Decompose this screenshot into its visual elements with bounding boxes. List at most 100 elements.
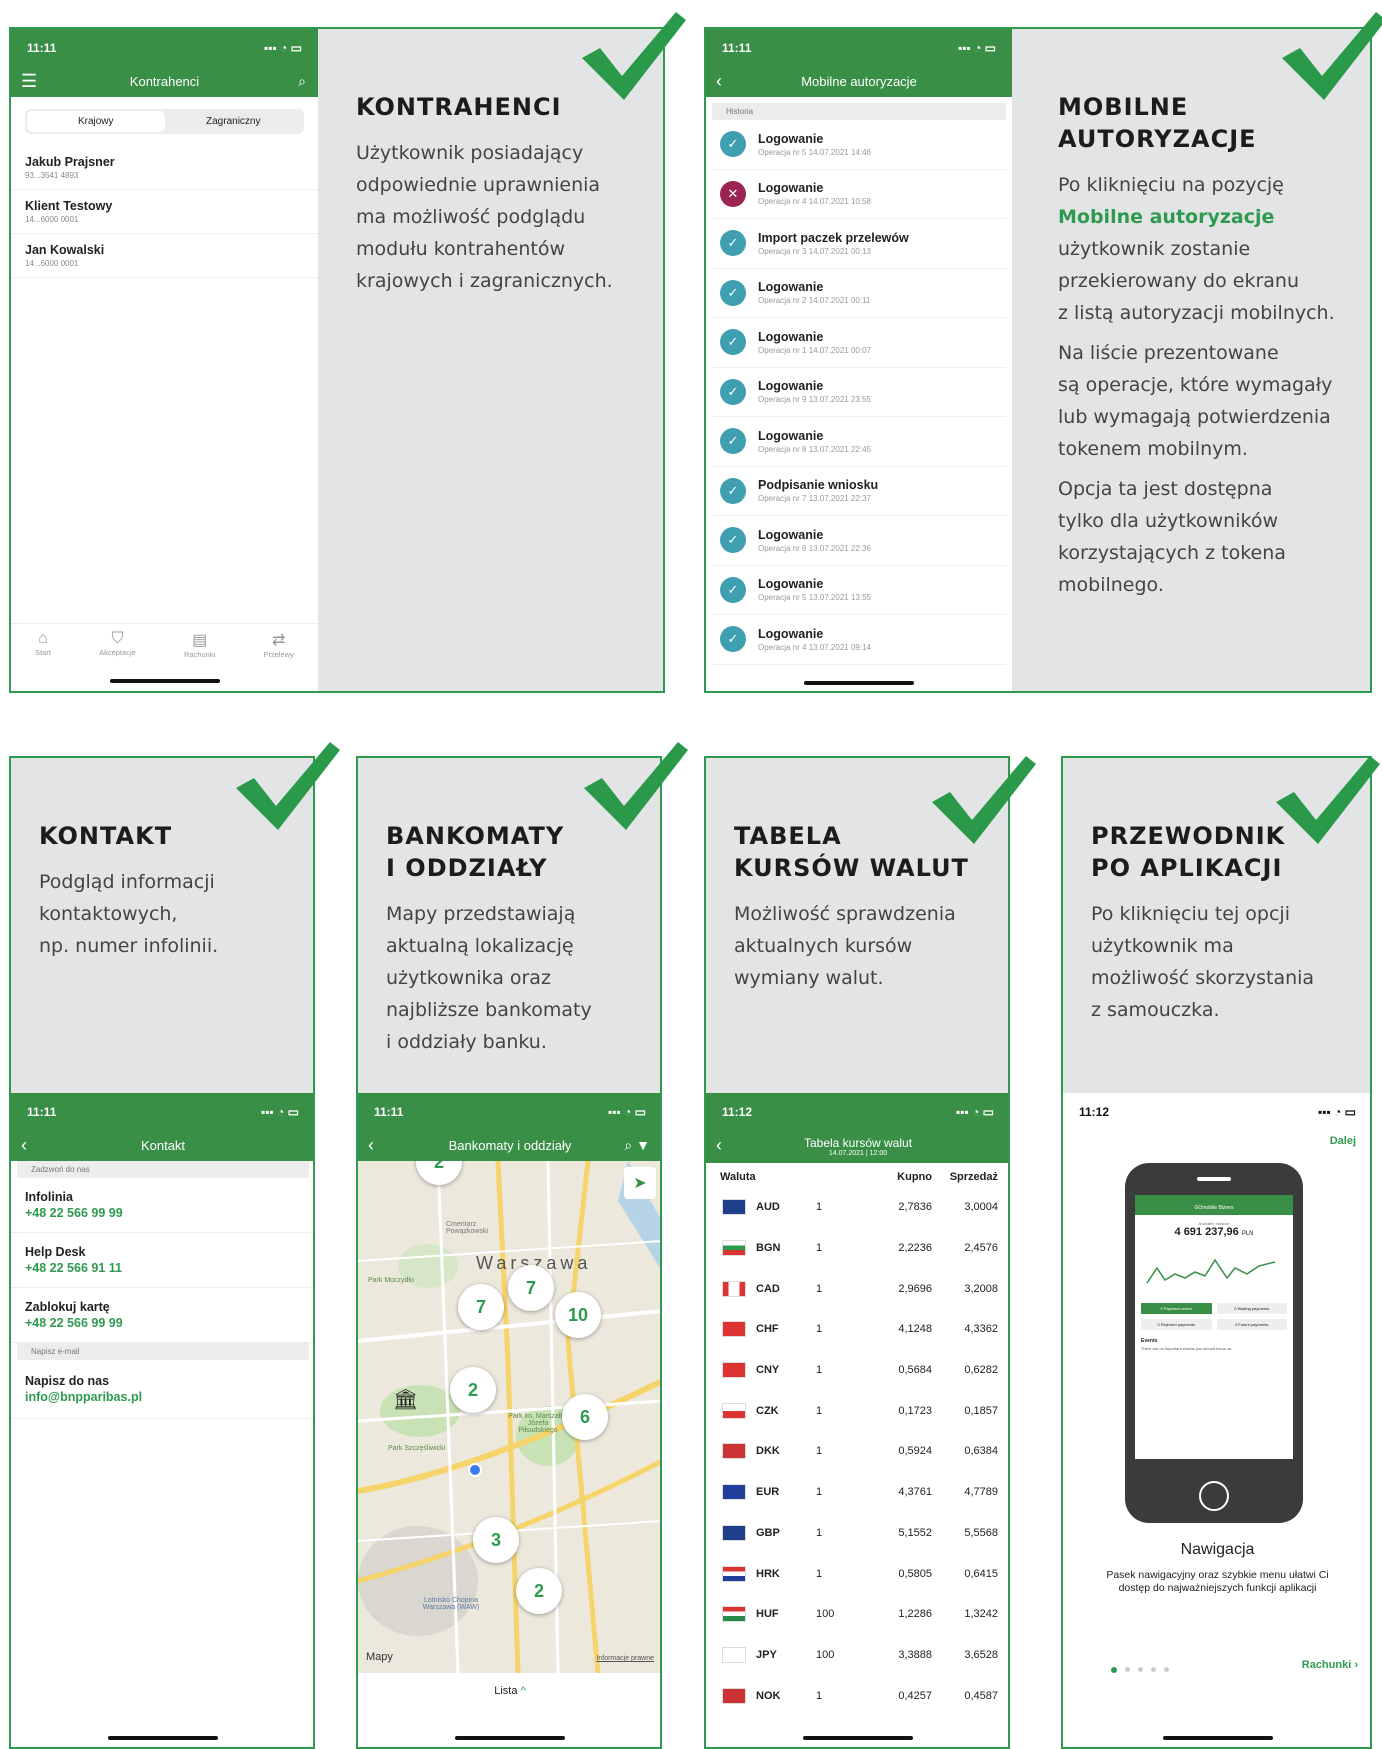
checkmark-icon [1282,12,1382,100]
table-row[interactable]: HUF 100 1,2286 1,3242 [706,1594,1008,1635]
back-icon[interactable]: ‹ [368,1135,374,1156]
contact-item[interactable]: Napisz do nas info@bnpparibas.pl [11,1360,313,1419]
contact-item[interactable]: Help Desk +48 22 566 91 11 [11,1233,313,1288]
auth-title: Logowanie [758,527,824,542]
table-row[interactable]: NOK 1 0,4257 0,4587 [706,1675,1008,1716]
currency-unit: 100 [816,1608,835,1621]
checkmark-icon [932,756,1036,844]
table-row[interactable]: JPY 100 3,3888 3,6528 [706,1635,1008,1676]
contact-item[interactable]: Infolinia +48 22 566 99 99 [11,1178,313,1233]
map-pin[interactable]: 7 [508,1265,554,1311]
table-row[interactable]: AUD 1 2,7836 3,0004 [706,1187,1008,1228]
bank-branch-icon[interactable]: 🏛 [393,1387,418,1412]
table-row[interactable]: CZK 1 0,1723 0,1857 [706,1390,1008,1431]
sell-rate: 1,3242 [964,1608,998,1621]
authorization-item[interactable]: ✓ Logowanie Operacja nr 2 14.07.2021 00:… [712,269,1006,318]
auth-title: Logowanie [758,626,824,641]
status-icons: ▪▪▪ ◔ ▭ [955,1105,994,1119]
authorization-item[interactable]: ✓ Logowanie Operacja nr 6 13.07.2021 22:… [712,516,1006,566]
table-row[interactable]: CHF 1 4,1248 4,3362 [706,1309,1008,1350]
check-circle-icon: ✓ [720,527,746,554]
map-pin[interactable]: 3 [473,1517,519,1563]
nav-start[interactable]: ⌂ Start [35,630,51,659]
authorization-item[interactable]: ✓ Logowanie Operacja nr 9 13.07.2021 23:… [712,368,1006,417]
search-icon[interactable]: ⌕ [298,73,306,90]
next-button[interactable]: Dalej [1330,1135,1356,1147]
currency-code: HRK [756,1567,780,1580]
phone-mobilne-autoryzacje: 11:11 ▪▪▪ ◔ ▭ ‹ Mobilne autoryzacje Histor… [706,29,1012,691]
flag-icon [722,1199,746,1216]
status-time: 11:11 [27,1105,57,1119]
footer-link-rachunki[interactable]: Rachunki › [1302,1659,1358,1671]
menu-icon[interactable]: ☰ [21,71,37,92]
flag-icon [722,1321,746,1338]
buy-rate: 0,5805 [898,1567,932,1580]
legal-link[interactable]: Informacje prawne [596,1655,654,1662]
list-item[interactable]: Klient Testowy 14...6000 0001 [11,190,318,234]
auth-subtitle: Operacja nr 4 14.07.2021 10:58 [758,197,871,207]
authorization-item[interactable]: ✓ Podpisanie wniosku Operacja nr 7 13.07… [712,467,1006,516]
map-pin[interactable]: 10 [555,1292,601,1338]
map-pin[interactable]: 7 [458,1284,504,1330]
tab-zagraniczny[interactable]: Zagraniczny [165,111,303,132]
contact-item[interactable]: Zablokuj kartę +48 22 566 99 99 [11,1288,313,1343]
list-item[interactable]: Jan Kowalski 14...6000 0001 [11,234,318,278]
x-circle-icon: ✕ [720,180,746,207]
back-icon[interactable]: ‹ [716,71,722,92]
list-item[interactable]: Jakub Prajsner 93...3541 4893 [11,146,318,190]
table-row[interactable]: CNY 1 0,5684 0,6282 [706,1350,1008,1391]
authorization-item[interactable]: ✓ Logowanie Operacja nr 5 13.07.2021 13:… [712,566,1006,615]
checkmark-icon [584,742,688,830]
authorization-item[interactable]: ✓ Logowanie Operacja nr 8 13.07.2021 22:… [712,417,1006,467]
table-row[interactable]: CAD 1 2,9696 3,2008 [706,1268,1008,1309]
filter-icon[interactable]: ⌕ ▼ [624,1137,650,1154]
section-body: Użytkownik posiadający odpowiednie upraw… [356,142,613,292]
table-row[interactable]: BGN 1 2,2236 2,4576 [706,1228,1008,1269]
authorization-item[interactable]: ✓ Import paczek przelewów Operacja nr 3 … [712,219,1006,269]
map-label: Park Szczęśliwicki [388,1445,446,1452]
currency-unit: 1 [816,1404,823,1417]
bottom-nav: ⌂ Start ⛉ Akceptacje ▤ Rachunki ⇄ Przelewy [11,623,318,659]
screen-title: Kontakt [140,1137,186,1153]
auth-subtitle: Operacja nr 2 14.07.2021 00:11 [758,296,871,306]
sell-rate: 4,7789 [964,1486,998,1499]
sell-rate: 3,2008 [964,1282,998,1295]
back-icon[interactable]: ‹ [21,1135,27,1156]
home-indicator [109,679,220,683]
authorization-item[interactable]: ✕ Logowanie Operacja nr 4 14.07.2021 10:… [712,170,1006,219]
map-pin[interactable]: 6 [562,1394,608,1440]
home-icon: ⌂ [38,630,48,647]
nav-akceptacje[interactable]: ⛉ Akceptacje [99,630,136,659]
sell-rate: 3,6528 [964,1648,998,1661]
table-row[interactable]: GBP 1 5,1552 5,5568 [706,1513,1008,1554]
map[interactable]: Warszawa Cmentarz Powązkowski Park Moczy… [358,1161,660,1673]
mock-balance: 4 691 237,96 PLN [1174,1226,1254,1238]
sell-rate: 4,3362 [964,1323,998,1336]
currency-code: NOK [756,1689,781,1702]
auth-subtitle: Operacja nr 5 13.07.2021 13:55 [758,593,871,603]
section-header: Historia [712,103,1006,120]
table-row[interactable]: HRK 1 0,5805 0,6415 [706,1553,1008,1594]
list-toggle[interactable]: Lista ^ [358,1685,660,1697]
back-icon[interactable]: ‹ [716,1135,722,1156]
mock-chart [1146,1258,1276,1284]
map-pin[interactable]: 2 [450,1367,496,1413]
flag-icon [722,1443,746,1460]
table-row[interactable]: DKK 1 0,5924 0,6384 [706,1431,1008,1472]
tab-krajowy[interactable]: Krajowy [27,111,165,132]
sell-rate: 2,4576 [964,1242,998,1255]
nav-rachunki[interactable]: ▤ Rachunki [184,630,215,659]
card-przewodnik: PRZEWODNIK PO APLIKACJI Po kliknięciu te… [1061,756,1372,1749]
locate-me-button[interactable]: ➤ [624,1167,656,1199]
nav-przelewy[interactable]: ⇄ Przelewy [263,630,293,659]
map-pin[interactable]: 2 [516,1568,562,1614]
buy-rate: 2,9696 [898,1282,932,1295]
authorization-item[interactable]: ✓ Logowanie Operacja nr 5 14.07.2021 14:… [712,120,1006,170]
authorization-item[interactable]: ✓ Logowanie Operacja nr 4 13.07.2021 09:… [712,615,1006,665]
page-dots[interactable] [1111,1667,1169,1673]
currency-unit: 1 [816,1242,823,1255]
currency-code: GBP [756,1526,780,1539]
table-row[interactable]: EUR 1 4,3761 4,7789 [706,1472,1008,1513]
authorization-item[interactable]: ✓ Logowanie Operacja nr 1 14.07.2021 00:… [712,318,1006,368]
buy-rate: 0,5924 [898,1445,932,1458]
